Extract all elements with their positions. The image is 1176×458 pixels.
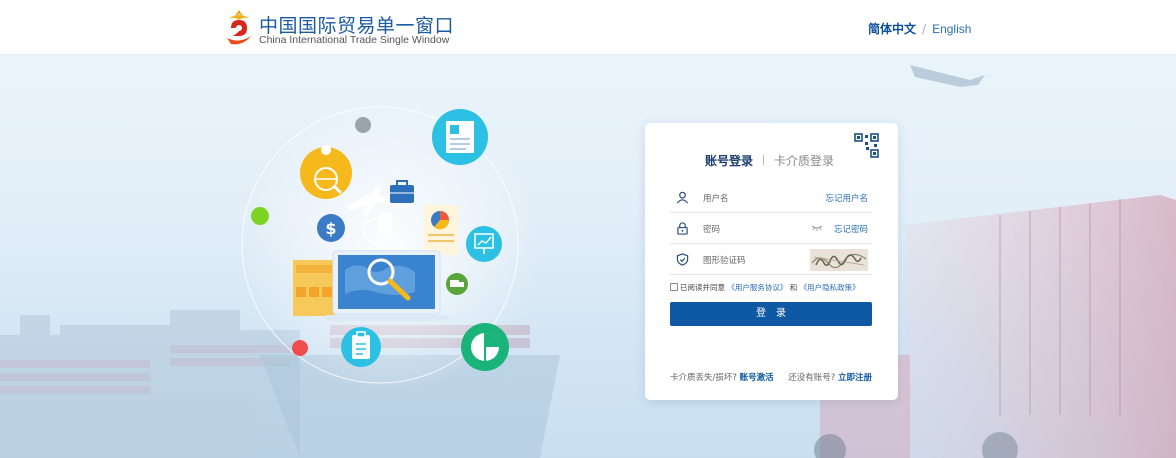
svg-text:$: $ <box>325 219 336 238</box>
register-line: 还没有账号? 立即注册 <box>788 371 872 383</box>
globe-location-icon <box>300 145 352 199</box>
username-placeholder: 用户名 <box>703 194 729 204</box>
monitor-search-icon <box>325 250 449 321</box>
language-switcher: 简体中文 / English <box>868 20 971 37</box>
username-field[interactable]: 用户名 忘记用户名 <box>670 183 872 213</box>
single-window-logo-icon <box>227 10 251 45</box>
login-card: 账号登录 卡介质登录 用户名 忘记用户名 密码 忘记密码 图形验证码 已阅读并同… <box>645 123 898 400</box>
chart-board-icon <box>466 226 502 262</box>
decor-dot-red <box>292 340 308 356</box>
header: 中国国际贸易单一窗口 China International Trade Sin… <box>0 0 1176 55</box>
account-activate-link[interactable]: 账号激活 <box>740 373 774 383</box>
decor-dot-green <box>251 207 269 225</box>
decor-dot-gray <box>355 117 371 133</box>
pie-chart-icon <box>461 323 509 371</box>
tab-account-login[interactable]: 账号登录 <box>705 152 753 169</box>
privacy-policy-link[interactable]: 《用户隐私政策》 <box>800 283 860 292</box>
card-lost-text: 卡介质丢失/损坏? <box>670 373 737 383</box>
agree-checkbox[interactable] <box>670 283 678 291</box>
captcha-graphic <box>811 253 867 269</box>
lang-separator: / <box>922 22 927 36</box>
password-placeholder: 密码 <box>703 225 721 235</box>
global-doc-icon <box>363 213 392 244</box>
forgot-password-link[interactable]: 忘记密码 <box>834 223 868 235</box>
password-field[interactable]: 密码 忘记密码 <box>670 214 872 244</box>
register-now-link[interactable]: 立即注册 <box>838 373 872 383</box>
clipboard-icon <box>341 327 381 367</box>
captcha-image[interactable] <box>810 249 868 271</box>
no-account-text: 还没有账号? <box>788 373 836 383</box>
lock-icon <box>677 222 688 235</box>
background-scene: $ <box>0 55 1176 458</box>
user-icon <box>676 191 689 204</box>
delivery-truck-icon <box>446 273 468 295</box>
agree-and-text: 和 <box>789 283 798 292</box>
eye-closed-icon[interactable] <box>811 224 823 232</box>
report-pie-icon <box>424 205 458 255</box>
agree-prefix-text: 已阅读并同意 <box>680 283 725 292</box>
captcha-field[interactable]: 图形验证码 <box>670 245 872 275</box>
briefcase-icon <box>390 180 414 203</box>
airplane-icon <box>345 187 392 215</box>
card-lost-line: 卡介质丢失/损坏? 账号激活 <box>670 371 774 383</box>
files-folder-icon <box>293 260 335 316</box>
lang-chinese-link[interactable]: 简体中文 <box>868 22 916 36</box>
shield-check-icon <box>676 253 689 266</box>
login-tabs: 账号登录 卡介质登录 <box>645 152 898 168</box>
brand-title-en: China International Trade Single Window <box>259 34 450 46</box>
forgot-username-link[interactable]: 忘记用户名 <box>825 192 868 204</box>
service-agreement-link[interactable]: 《用户服务协议》 <box>727 283 787 292</box>
captcha-placeholder: 图形验证码 <box>703 256 746 266</box>
login-button[interactable]: 登录 <box>670 302 872 326</box>
tab-divider <box>763 155 764 165</box>
document-icon <box>432 109 488 165</box>
trade-illustration: $ <box>251 109 509 371</box>
agreement-line: 已阅读并同意 《用户服务协议》 和 《用户隐私政策》 <box>670 282 860 293</box>
lang-english-link[interactable]: English <box>932 22 971 36</box>
dollar-icon: $ <box>317 214 345 242</box>
tab-card-login[interactable]: 卡介质登录 <box>774 152 834 169</box>
